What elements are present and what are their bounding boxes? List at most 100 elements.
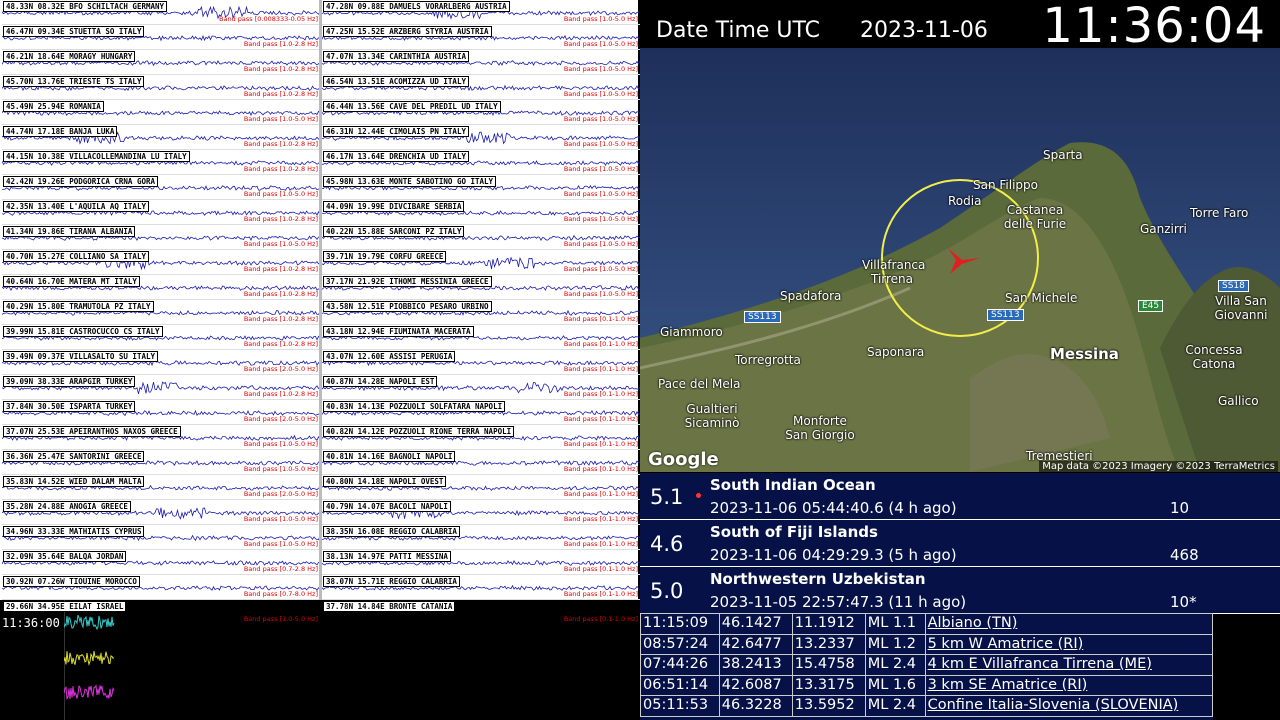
band-pass-label: Band pass [1.0-5.0 Hz] bbox=[243, 615, 318, 623]
clock-label: Date Time UTC bbox=[656, 18, 821, 43]
quake-magnitude: ML 2.4 bbox=[864, 695, 926, 717]
quake-magnitude: 5.1 bbox=[650, 485, 684, 509]
station-label: 44.74N 17.18E BANJA LUKA bbox=[3, 126, 118, 137]
band-pass-label: Band pass [1.0-5.0 Hz] bbox=[563, 90, 638, 98]
quake-entry[interactable]: 4.6 South of Fiji Islands 2023-11-06 04:… bbox=[640, 520, 1280, 567]
seismogram-trace: 37.84N 30.50E ISPARTA TURKEY Band pass [2… bbox=[2, 400, 320, 425]
map-place: Torregrotta bbox=[735, 353, 801, 367]
band-pass-label: Band pass [1.0-2.8 Hz] bbox=[243, 65, 318, 73]
quake-magnitude: 5.0 bbox=[650, 579, 684, 603]
seismogram-trace: 40.79N 14.07E BACOLI NAPOLI Band pass [0.… bbox=[322, 500, 640, 525]
band-pass-label: Band pass [0.7-2.8 Hz] bbox=[243, 565, 318, 573]
local-quake-row[interactable]: 11:15:09 46.1427 11.1912 ML 1.1 Albiano (TN) bbox=[640, 613, 1214, 635]
map-attribution[interactable]: Map data ©2023 Imagery ©2023 TerraMetric… bbox=[1039, 461, 1278, 472]
seismogram-trace: 46.17N 13.64E DRENCHIA UD ITALY Band pass… bbox=[322, 150, 640, 175]
seismogram-trace: 35.83N 14.52E WIED DALAM MALTA Band pass … bbox=[2, 475, 320, 500]
road-badge: SS113 bbox=[987, 309, 1024, 321]
station-label: 34.96N 33.33E MATHIATIS CYPRUS bbox=[3, 526, 145, 537]
local-quake-row[interactable]: 05:11:53 46.3228 13.5952 ML 2.4 Confine Ital… bbox=[640, 695, 1214, 717]
seismogram-trace: 32.09N 35.64E BALQA JORDAN Band pass [0.7… bbox=[2, 550, 320, 575]
seismogram-trace: 45.70N 13.76E TRIESTE TS ITALY Band pass … bbox=[2, 75, 320, 100]
quake-longitude: 13.3175 bbox=[791, 674, 866, 696]
station-label: 38.35N 16.08E REGGIO CALABRIA bbox=[323, 526, 460, 537]
map-place: Ganzirri bbox=[1140, 222, 1187, 236]
station-label: 46.44N 13.56E CAVE DEL PREDIL UD ITALY bbox=[323, 101, 501, 112]
seismogram-trace: 43.18N 12.94E FIUMINATA MACERATA Band pas… bbox=[322, 325, 640, 350]
quake-entry[interactable]: 5.1 South Indian Ocean 2023-11-06 05:44:… bbox=[640, 473, 1280, 520]
station-label: 40.82N 14.12E POZZUOLI RIONE TERRA NAPOL… bbox=[323, 426, 515, 437]
quake-location[interactable]: 3 km SE Amatrice (RI) bbox=[924, 674, 1214, 696]
band-pass-label: Band pass [1.0-5.0 Hz] bbox=[243, 515, 318, 523]
station-label: 40.64N 16.70E MATERA MT ITALY bbox=[3, 276, 140, 287]
seismogram-trace: 38.07N 15.71E REGGIO CALABRIA Band pass [… bbox=[322, 575, 640, 600]
seismogram-trace: 35.28N 24.88E ANOGIA GREECE Band pass [1.… bbox=[2, 500, 320, 525]
satellite-map[interactable]: Sparta San Filippo Rodia Castanea delle … bbox=[640, 48, 1280, 472]
band-pass-label: Band pass [0.1-1.0 Hz] bbox=[563, 340, 638, 348]
station-label: 37.17N 21.92E ITHOMI MESSINIA GREECE bbox=[323, 276, 492, 287]
quake-entry[interactable]: 5.0 Northwestern Uzbekistan 2023-11-05 2… bbox=[640, 567, 1280, 614]
band-pass-label: Band pass [1.0-5.0 Hz] bbox=[563, 240, 638, 248]
quake-magnitude: ML 2.4 bbox=[864, 654, 926, 676]
google-logo: Google bbox=[648, 449, 719, 470]
band-pass-label: Band pass [1.0-5.0 Hz] bbox=[563, 40, 638, 48]
seismogram-column-left: 48.33N 08.32E BFO SCHILTACH GERMANY Band … bbox=[2, 0, 320, 625]
local-quake-row[interactable]: 07:44:26 38.2413 15.4758 ML 2.4 4 km E Villa… bbox=[640, 654, 1214, 676]
seismogram-trace: 47.07N 13.34E CARINTHIA AUSTRIA Band pass… bbox=[322, 50, 640, 75]
seismogram-trace: 48.33N 08.32E BFO SCHILTACH GERMANY Band … bbox=[2, 0, 320, 25]
quake-time: 05:11:53 bbox=[640, 695, 720, 717]
seismogram-trace: 40.80N 14.18E NAPOLI OVEST Band pass [0.1… bbox=[322, 475, 640, 500]
quake-time: 11:15:09 bbox=[640, 613, 720, 635]
station-label: 35.83N 14.52E WIED DALAM MALTA bbox=[3, 476, 145, 487]
strip-trace-magenta bbox=[64, 684, 115, 701]
seismogram-trace: 36.36N 25.47E SANTORINI GREECE Band pass … bbox=[2, 450, 320, 475]
band-pass-label: Band pass [1.0-2.8 Hz] bbox=[243, 265, 318, 273]
map-place: San Michele bbox=[1005, 291, 1078, 305]
map-place: Concessa Catona bbox=[1185, 343, 1243, 371]
quake-magnitude: 4.6 bbox=[650, 532, 684, 556]
station-label: 45.49N 25.94E ROMANIA bbox=[3, 101, 104, 112]
station-label: 46.47N 09.34E STUETTA SO ITALY bbox=[3, 26, 145, 37]
seismogram-trace: 44.15N 10.38E VILLACOLLEMANDINA LU ITALY… bbox=[2, 150, 320, 175]
station-label: 42.42N 19.26E PODGORICA CRNA GORA bbox=[3, 176, 159, 187]
station-label: 48.33N 08.32E BFO SCHILTACH GERMANY bbox=[3, 1, 168, 12]
quake-location[interactable]: 5 km W Amatrice (RI) bbox=[924, 633, 1214, 655]
map-place: Messina bbox=[1050, 345, 1119, 363]
local-quake-row[interactable]: 08:57:24 42.6477 13.2337 ML 1.2 5 km W Amatr… bbox=[640, 633, 1214, 655]
seismogram-trace: 38.35N 16.08E REGGIO CALABRIA Band pass [… bbox=[322, 525, 640, 550]
quake-location[interactable]: Confine Italia-Slovenia (SLOVENIA) bbox=[924, 695, 1214, 717]
band-pass-label: Band pass [0.1-1.0 Hz] bbox=[563, 415, 638, 423]
quake-magnitude: ML 1.2 bbox=[864, 633, 926, 655]
band-pass-label: Band pass [0.1-1.0 Hz] bbox=[563, 590, 638, 598]
quake-magnitude: ML 1.6 bbox=[864, 674, 926, 696]
station-label: 39.71N 19.79E CORFU GREECE bbox=[323, 251, 447, 262]
strip-time: 11:36:00 bbox=[2, 616, 60, 630]
quake-latitude: 38.2413 bbox=[718, 654, 793, 676]
seismogram-trace: 41.34N 19.86E TIRANA ALBANIA Band pass [1… bbox=[2, 225, 320, 250]
station-label: 47.25N 15.52E ARZBERG STYRIA AUSTRIA bbox=[323, 26, 492, 37]
seismogram-trace: 40.22N 15.88E SARCONI PZ ITALY Band pass … bbox=[322, 225, 640, 250]
seismogram-trace: 30.92N 07.26W TIOUINE MOROCCO Band pass [… bbox=[2, 575, 320, 600]
seismogram-trace: 40.82N 14.12E POZZUOLI RIONE TERRA NAPOL… bbox=[322, 425, 640, 450]
band-pass-label: Band pass [1.0-5.0 Hz] bbox=[563, 65, 638, 73]
quake-location[interactable]: 4 km E Villafranca Tirrena (ME) bbox=[924, 654, 1214, 676]
clock-header: Date Time UTC 2023-11-06 11:36:04 bbox=[640, 0, 1280, 54]
station-label: 40.80N 14.18E NAPOLI OVEST bbox=[323, 476, 447, 487]
band-pass-label: Band pass [1.0-2.8 Hz] bbox=[243, 390, 318, 398]
local-quake-row[interactable]: 06:51:14 42.6087 13.3175 ML 1.6 3 km SE Amat… bbox=[640, 674, 1214, 696]
seismogram-trace: 39.49N 09.37E VILLASALTO SU ITALY Band pa… bbox=[2, 350, 320, 375]
quake-time: 08:57:24 bbox=[640, 633, 720, 655]
band-pass-label: Band pass [1.0-2.8 Hz] bbox=[243, 290, 318, 298]
band-pass-label: Band pass [0.1-1.0 Hz] bbox=[563, 390, 638, 398]
band-pass-label: Band pass [0.1-1.0 Hz] bbox=[563, 440, 638, 448]
quake-location[interactable]: Albiano (TN) bbox=[924, 613, 1214, 635]
map-place: Monforte San Giorgio bbox=[785, 414, 855, 442]
quake-region: South Indian Ocean bbox=[710, 476, 876, 494]
band-pass-label: Band pass [1.0-2.8 Hz] bbox=[243, 340, 318, 348]
station-label: 38.07N 15.71E REGGIO CALABRIA bbox=[323, 576, 460, 587]
seismogram-trace: 43.07N 12.60E ASSISI PERUGIA Band pass [0… bbox=[322, 350, 640, 375]
band-pass-label: Band pass [0.1-1.0 Hz] bbox=[563, 490, 638, 498]
map-place: Pace del Mela bbox=[658, 377, 741, 391]
station-label: 40.29N 15.80E TRAMUTOLA PZ ITALY bbox=[3, 301, 154, 312]
band-pass-label: Band pass [1.0-5.0 Hz] bbox=[563, 290, 638, 298]
strip-trace-cyan bbox=[64, 614, 115, 631]
